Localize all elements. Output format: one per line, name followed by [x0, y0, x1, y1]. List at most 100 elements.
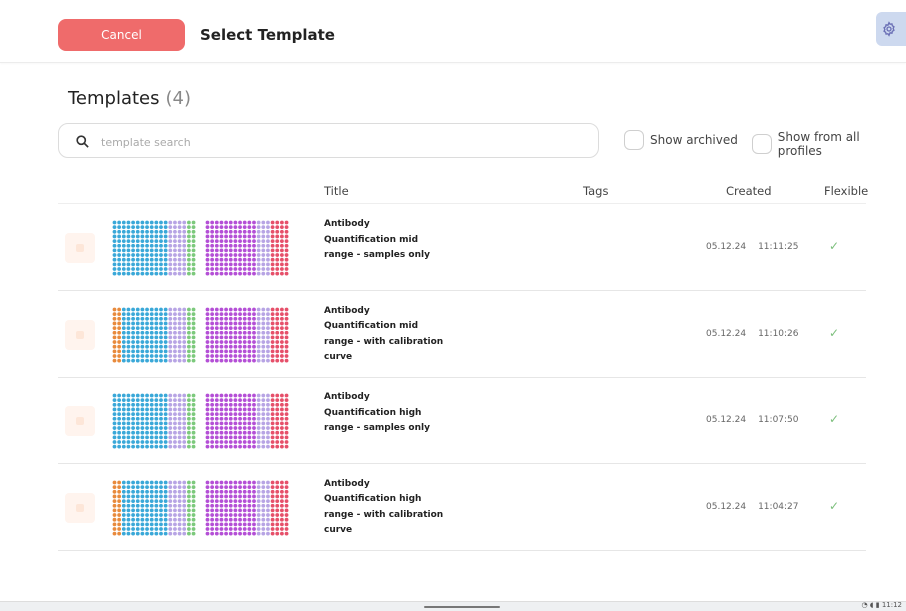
plate-well	[159, 239, 163, 243]
plate-well	[242, 444, 247, 449]
taskbar-handle[interactable]	[424, 606, 500, 608]
column-header-flexible[interactable]: Flexible	[824, 184, 868, 198]
plate-well	[112, 526, 117, 531]
plate-well	[121, 444, 126, 449]
plate-well	[228, 521, 233, 526]
plate-well	[224, 480, 228, 484]
plate-well	[126, 339, 131, 344]
plate-well	[266, 353, 270, 358]
plate-well	[219, 407, 224, 412]
table-row[interactable]: Antibody Quantification mid range - samp…	[58, 204, 866, 291]
plate-well	[261, 316, 266, 321]
plate-well	[163, 426, 168, 430]
show-all-profiles-checkbox[interactable]: Show from all profiles	[752, 130, 906, 158]
plate-well	[214, 426, 219, 430]
plate-well	[163, 494, 168, 498]
plate-well	[154, 262, 159, 267]
plate-well	[177, 512, 182, 517]
settings-button[interactable]	[876, 12, 906, 46]
page-title: Select Template	[200, 26, 335, 44]
plate-well	[177, 393, 182, 398]
show-all-profiles-box[interactable]	[752, 134, 772, 154]
column-header-created[interactable]: Created	[726, 184, 772, 198]
plate-well	[145, 307, 149, 311]
row-select-button[interactable]	[65, 233, 95, 263]
plate-well	[140, 498, 145, 503]
plate-well	[233, 325, 238, 330]
plate-well	[266, 421, 270, 426]
plate-well	[280, 393, 284, 398]
plate-well	[214, 480, 219, 484]
plate-well	[121, 335, 126, 339]
plate-well	[187, 220, 191, 225]
plate-well	[266, 430, 270, 435]
show-archived-checkbox[interactable]: Show archived	[624, 130, 738, 150]
table-row[interactable]: Antibody Quantification high range - wit…	[58, 464, 866, 551]
cancel-button[interactable]: Cancel	[58, 19, 185, 51]
plate-well	[117, 225, 122, 230]
plate-well	[261, 426, 266, 430]
plate-well	[275, 330, 280, 335]
plate-well	[280, 257, 284, 262]
plate-well	[228, 526, 233, 531]
plate-well	[173, 248, 177, 253]
plate-well	[284, 512, 289, 517]
plate-well	[214, 321, 219, 325]
search-box[interactable]	[58, 123, 599, 158]
plate-well	[191, 508, 196, 512]
created-time: 11:04:27	[758, 501, 799, 512]
plate-well	[140, 321, 145, 325]
plate-well	[205, 316, 210, 321]
plate-well	[266, 489, 270, 494]
row-select-button[interactable]	[65, 406, 95, 436]
plate-well	[238, 531, 242, 536]
plate-well	[112, 307, 117, 311]
plate-well	[140, 398, 145, 403]
plate-well	[224, 316, 228, 321]
plate-well	[182, 316, 187, 321]
plate-well	[270, 271, 275, 276]
plate-well	[154, 416, 159, 421]
plate-well	[187, 311, 191, 316]
plate-well	[135, 344, 140, 349]
plate-well	[126, 489, 131, 494]
plate-well	[247, 325, 252, 330]
plate-well	[219, 234, 224, 239]
plate-well	[163, 321, 168, 325]
row-select-button[interactable]	[65, 319, 95, 350]
column-header-title[interactable]: Title	[324, 184, 349, 198]
plate-well	[242, 253, 247, 257]
plate-well	[140, 348, 145, 353]
plate-well	[112, 531, 117, 536]
row-select-button[interactable]	[65, 492, 95, 523]
plate-well	[126, 248, 131, 253]
plate-well	[140, 494, 145, 498]
show-archived-box[interactable]	[624, 130, 644, 150]
table-row[interactable]: Antibody Quantification high range - sam…	[58, 377, 866, 464]
plate-well	[168, 344, 173, 349]
plate-well	[149, 503, 154, 508]
plate-well	[224, 353, 228, 358]
plate-well	[214, 239, 219, 243]
plate-well	[126, 344, 131, 349]
plate-well	[159, 398, 163, 403]
plate-well	[261, 393, 266, 398]
plate-well	[261, 243, 266, 248]
plate-well	[233, 339, 238, 344]
table-row[interactable]: Antibody Quantification mid range - with…	[58, 291, 866, 378]
plate-well	[238, 494, 242, 498]
column-header-tags[interactable]: Tags	[583, 184, 608, 198]
search-input[interactable]	[99, 130, 583, 154]
created-time: 11:11:25	[758, 242, 799, 252]
plate-well	[224, 517, 228, 522]
plate-well	[154, 435, 159, 440]
plate-well	[149, 480, 154, 484]
plate-well	[112, 325, 117, 330]
plate-well	[261, 353, 266, 358]
plate-well	[117, 484, 122, 489]
plate-well	[266, 253, 270, 257]
plate-well	[112, 398, 117, 403]
plate-well	[173, 321, 177, 325]
plate-well	[126, 430, 131, 435]
plate-well	[247, 353, 252, 358]
